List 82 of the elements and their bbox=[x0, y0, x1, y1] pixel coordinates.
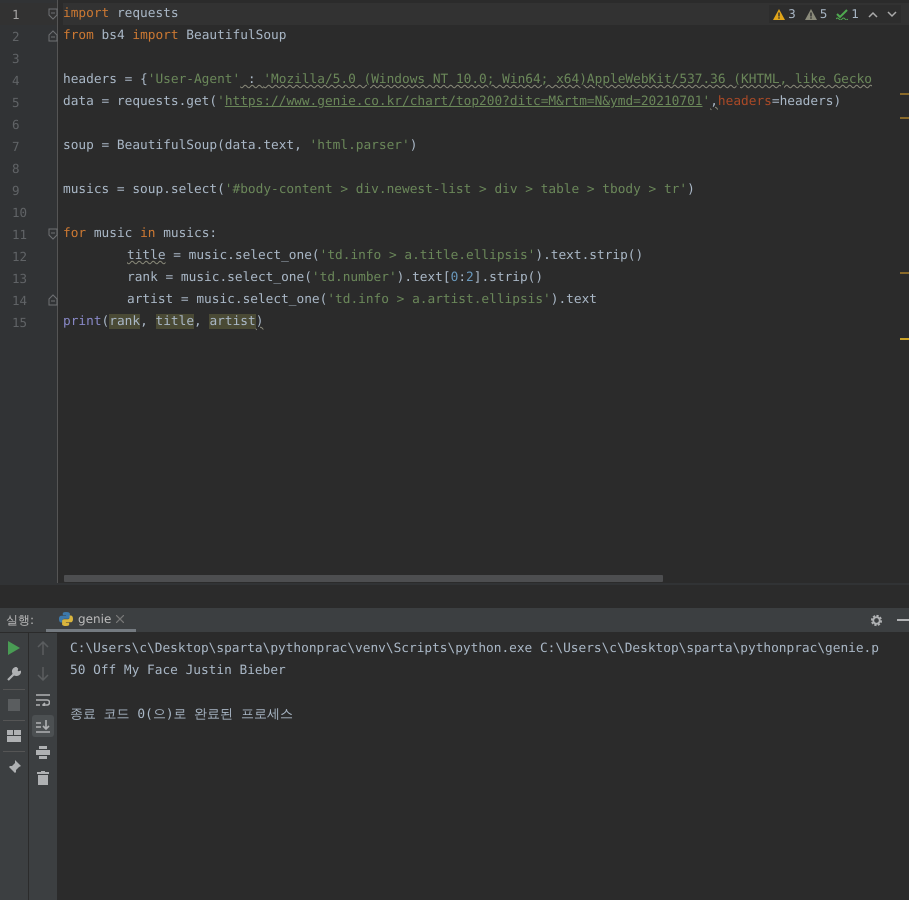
keyword: from bbox=[63, 28, 94, 43]
code-text: = music.select_one( bbox=[172, 248, 320, 263]
python-icon bbox=[59, 612, 73, 626]
warned-code-text: title bbox=[127, 248, 166, 263]
scroll-to-end-icon bbox=[36, 720, 50, 732]
code-text: requests bbox=[116, 6, 179, 21]
string-literal: 'html.parser' bbox=[310, 138, 410, 153]
code-text: rank = music.select_one( bbox=[127, 270, 312, 285]
string-literal: 'td.info > a.artist.ellipsis' bbox=[327, 292, 551, 307]
code-text: musics: bbox=[162, 226, 218, 241]
chevron-down-icon[interactable] bbox=[887, 10, 897, 18]
stop-icon bbox=[8, 699, 20, 711]
keyword: import bbox=[132, 28, 179, 43]
highlighted-usage: rank bbox=[109, 314, 140, 329]
program-output: 50 Off My Face Justin Bieber bbox=[70, 662, 287, 680]
highlighted-usage: title bbox=[156, 314, 194, 329]
parameter-name: headers bbox=[718, 94, 772, 109]
code-text: ).text.strip() bbox=[535, 248, 644, 263]
code-text: ) bbox=[687, 182, 695, 197]
code-text: music bbox=[92, 226, 134, 241]
run-tab[interactable]: genie bbox=[46, 608, 136, 632]
inspection-counter[interactable]: 3 bbox=[773, 7, 796, 21]
warned-code-text: ) bbox=[256, 314, 264, 329]
pin-icon bbox=[7, 760, 21, 774]
number-literal: 2 bbox=[466, 270, 474, 285]
scroll-end-button[interactable] bbox=[32, 715, 54, 737]
string-literal: 'User-Agent' bbox=[148, 72, 240, 87]
highlighted-usage: artist bbox=[209, 314, 256, 329]
code-text: ].strip() bbox=[474, 270, 544, 285]
trash-icon bbox=[37, 771, 49, 785]
code-text: headers = { bbox=[63, 72, 148, 87]
inspection-counter[interactable]: 1 bbox=[836, 7, 859, 21]
code-text: , bbox=[194, 314, 203, 329]
soft-wrap-icon bbox=[36, 694, 50, 706]
warning-icon bbox=[773, 8, 786, 20]
command-line: C:\Users\c\Desktop\sparta\pythonprac\venv\Scripts\python.exe C:\Users\c\Desktop\sparta\pythonprac\genie.p bbox=[70, 640, 880, 658]
code-text: ( bbox=[102, 314, 110, 329]
print-icon bbox=[36, 746, 50, 758]
keyword: in bbox=[140, 226, 156, 241]
string-literal: ' bbox=[217, 94, 225, 109]
horizontal-scrollbar[interactable] bbox=[64, 575, 663, 582]
warned-code-text: : bbox=[246, 72, 257, 87]
code-text: BeautifulSoup bbox=[185, 28, 286, 43]
code-text: bs4 bbox=[100, 28, 126, 43]
keyword: for bbox=[63, 226, 86, 241]
code-text: : bbox=[458, 270, 466, 285]
layout-icon bbox=[7, 730, 21, 742]
run-label: 실행: bbox=[5, 612, 36, 628]
code-text: ).text bbox=[550, 292, 597, 307]
code-text: =headers) bbox=[772, 94, 842, 109]
arrow-up-icon bbox=[37, 641, 49, 655]
code-text: data = requests.get( bbox=[63, 94, 218, 109]
chevron-up-icon[interactable] bbox=[868, 10, 878, 18]
exit-message: 종료 코드 0(으)로 완료된 프로세스 bbox=[70, 706, 294, 724]
warned-code-text: , bbox=[710, 94, 718, 109]
play-icon bbox=[8, 641, 20, 655]
fold-end-icon[interactable] bbox=[48, 30, 58, 42]
fold-end-icon[interactable] bbox=[48, 294, 58, 306]
code-text: soup = BeautifulSoup(data.text, bbox=[63, 138, 303, 153]
wrench-icon bbox=[7, 667, 21, 681]
fold-icon[interactable] bbox=[48, 8, 58, 20]
code-text: ).text[ bbox=[396, 270, 451, 285]
check-icon bbox=[836, 8, 848, 20]
inspection-counter[interactable]: 5 bbox=[804, 7, 828, 21]
warned-code-text: 'Mozilla/5.0 (Windows NT 10.0; Win64; x64)AppleWebKit/537.36 (KHTML, like Gecko bbox=[263, 72, 872, 87]
code-text: , bbox=[140, 314, 149, 329]
number-literal: 0 bbox=[450, 270, 458, 285]
code-text: musics = soup.select( bbox=[63, 182, 225, 197]
warning-icon bbox=[804, 8, 817, 20]
close-icon[interactable] bbox=[116, 614, 124, 622]
string-literal: '#body-content > div.newest-list > div > table > tbody > tr' bbox=[224, 182, 688, 197]
code-text: ) bbox=[410, 138, 418, 153]
fold-icon[interactable] bbox=[48, 228, 58, 240]
keyword: import bbox=[63, 6, 110, 21]
settings-icon[interactable] bbox=[870, 614, 883, 626]
builtin-name: print bbox=[63, 314, 102, 329]
string-literal: ' bbox=[702, 94, 710, 109]
line-number: 1 bbox=[12, 6, 20, 22]
string-literal: 'td.number' bbox=[312, 270, 397, 285]
string-literal: 'td.info > a.title.ellipsis' bbox=[320, 248, 536, 263]
arrow-down-icon bbox=[37, 667, 49, 681]
code-text: artist = music.select_one( bbox=[127, 292, 328, 307]
